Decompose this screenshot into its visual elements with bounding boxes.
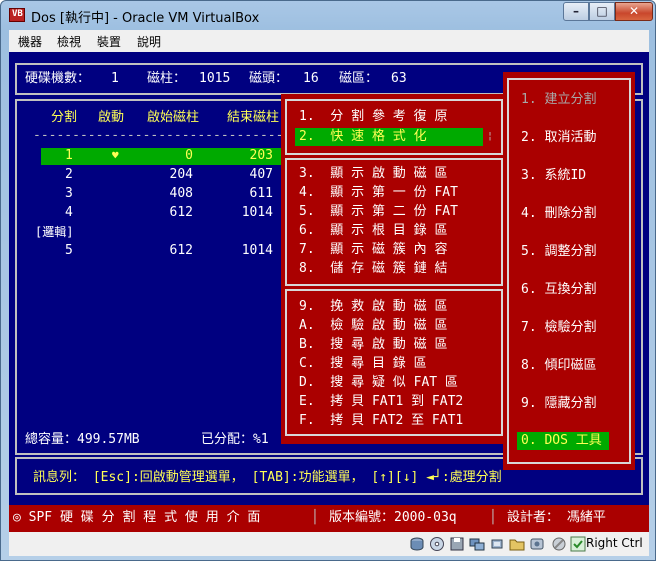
status-divider: │ [489,510,497,525]
window-title: Dos [執行中] - Oracle VM VirtualBox [31,11,260,26]
row-end: 611 [249,186,273,201]
row-end: 1014 [241,243,273,258]
table-divider: ---------------------------------------- [33,128,283,143]
row-num: 2 [65,167,73,182]
menu-dos-tools[interactable]: 0. DOS 工具 [521,433,602,449]
shared-folders-icon[interactable] [509,536,525,552]
title-bar[interactable]: VB Dos [執行中] - Oracle VM VirtualBox – □ … [1,1,655,29]
keyboard-capture-icon[interactable] [570,536,586,552]
menu-verify-partition[interactable]: 7. 檢驗分割 [521,320,596,336]
tools-item-quick-format[interactable]: 2. 快 速 格 式 化 [299,129,427,145]
menu-view[interactable]: 檢視 [57,33,81,50]
program-name: ◎ SPF 硬 碟 分 割 程 式 使 用 介 面 [13,510,261,525]
tools-item-restore-ref[interactable]: 1. 分 割 參 考 復 原 [299,109,447,125]
floppy-icon[interactable] [449,536,465,552]
menu-dump-sector[interactable]: 8. 傾印磁區 [521,358,596,374]
row-num: 5 [65,243,73,258]
boot-heart-icon: ♥ [112,149,119,162]
row-num: 1 [65,148,73,163]
menu-swap-partition[interactable]: 6. 互換分割 [521,282,596,298]
minimize-button[interactable]: – [563,2,589,21]
version-text: 版本編號：2000-03q [329,510,457,525]
minimize-icon: – [573,4,579,18]
video-capture-icon[interactable] [529,536,545,552]
maximize-icon: □ [596,4,608,18]
row-end: 203 [249,148,273,163]
col-boot: 啟動 [98,110,125,125]
menu-system-id[interactable]: 3. 系統ID [521,168,586,184]
tools-item-save-chain[interactable]: 8. 儲 存 磁 簇 鏈 結 [299,261,447,277]
col-partition: 分割 [51,110,78,125]
row-start: 204 [169,167,193,182]
maximize-button[interactable]: □ [589,2,615,21]
virtualbox-icon-text: VB [12,9,23,19]
close-button[interactable]: ✕ [615,2,653,21]
row-num: 3 [65,186,73,201]
optical-drive-icon[interactable] [429,536,445,552]
row-start: 408 [169,186,193,201]
menu-delete-partition[interactable]: 4. 刪除分割 [521,206,596,222]
tools-item-show-fat1[interactable]: 4. 顯 示 第 一 份 FAT [299,185,458,201]
total-capacity: 總容量：499.57MB [25,432,140,447]
mouse-integration-icon[interactable] [551,536,567,552]
submenu-cursor-icon: ¦ [487,131,494,142]
menu-resize-partition[interactable]: 5. 調整分割 [521,244,596,260]
menu-machine[interactable]: 機器 [18,33,42,50]
vm-display[interactable]: 硬碟機數： 1 磁柱： 1015 磁頭： 16 磁區： 63 分割 啟動 啟始磁… [9,52,649,532]
hard-disk-icon[interactable] [409,536,425,552]
tools-item-rescue-boot[interactable]: 9. 挽 救 啟 動 磁 區 [299,299,447,315]
logical-label: [邏輯] [35,225,74,239]
menu-cancel-active[interactable]: 2. 取消活動 [521,130,596,146]
row-start: 0 [185,148,193,163]
menu-hide-partition[interactable]: 9. 隱藏分割 [521,396,596,412]
row-num: 4 [65,205,73,220]
col-start-cyl: 啟始磁柱 [147,110,200,125]
status-divider: │ [311,510,319,525]
menu-create-partition[interactable]: 1. 建立分割 [521,92,596,108]
vm-status-bar: Right Ctrl [9,532,649,556]
tools-group1-frame [285,99,503,155]
row-end: 1014 [241,205,273,220]
tools-item-show-root[interactable]: 6. 顯 示 根 目 錄 區 [299,223,447,239]
host-key-label[interactable]: Right Ctrl [586,536,643,550]
tools-item-search-boot[interactable]: B. 搜 尋 啟 動 磁 區 [299,337,447,353]
row-start: 612 [169,205,193,220]
virtualbox-icon: VB [9,8,25,22]
menu-bar: 機器 檢視 裝置 說明 [9,30,649,52]
tools-item-show-cluster[interactable]: 7. 顯 示 磁 簇 內 容 [299,242,447,258]
tools-item-search-dir[interactable]: C. 搜 尋 目 錄 區 [299,356,427,372]
menu-help[interactable]: 說明 [137,33,161,50]
tools-item-search-fat[interactable]: D. 搜 尋 疑 似 FAT 區 [299,375,458,391]
row-start: 612 [169,243,193,258]
tools-item-verify-boot[interactable]: A. 檢 驗 啟 動 磁 區 [299,318,447,334]
tools-item-show-fat2[interactable]: 5. 顯 示 第 二 份 FAT [299,204,458,220]
allocated-capacity: 已分配：%1 [201,432,269,447]
tools-item-show-boot[interactable]: 3. 顯 示 啟 動 磁 區 [299,166,447,182]
tools-item-copy-fat1-fat2[interactable]: E. 拷 貝 FAT1 到 FAT2 [299,394,463,410]
tools-item-copy-fat2-fat1[interactable]: F. 拷 貝 FAT2 至 FAT1 [299,413,463,429]
row-end: 407 [249,167,273,182]
author-text: 設計者： 馮緒平 [507,510,606,525]
network-icon[interactable] [469,536,485,552]
usb-icon[interactable] [489,536,505,552]
vm-window: VB Dos [執行中] - Oracle VM VirtualBox – □ … [0,0,656,561]
col-end-cyl: 結束磁柱 [227,110,280,125]
message-line: 訊息列： [Esc]:回啟動管理選單， [TAB]:功能選單， [↑][↓] ◄… [33,470,502,485]
menu-devices[interactable]: 裝置 [97,33,121,50]
close-icon: ✕ [628,4,640,18]
